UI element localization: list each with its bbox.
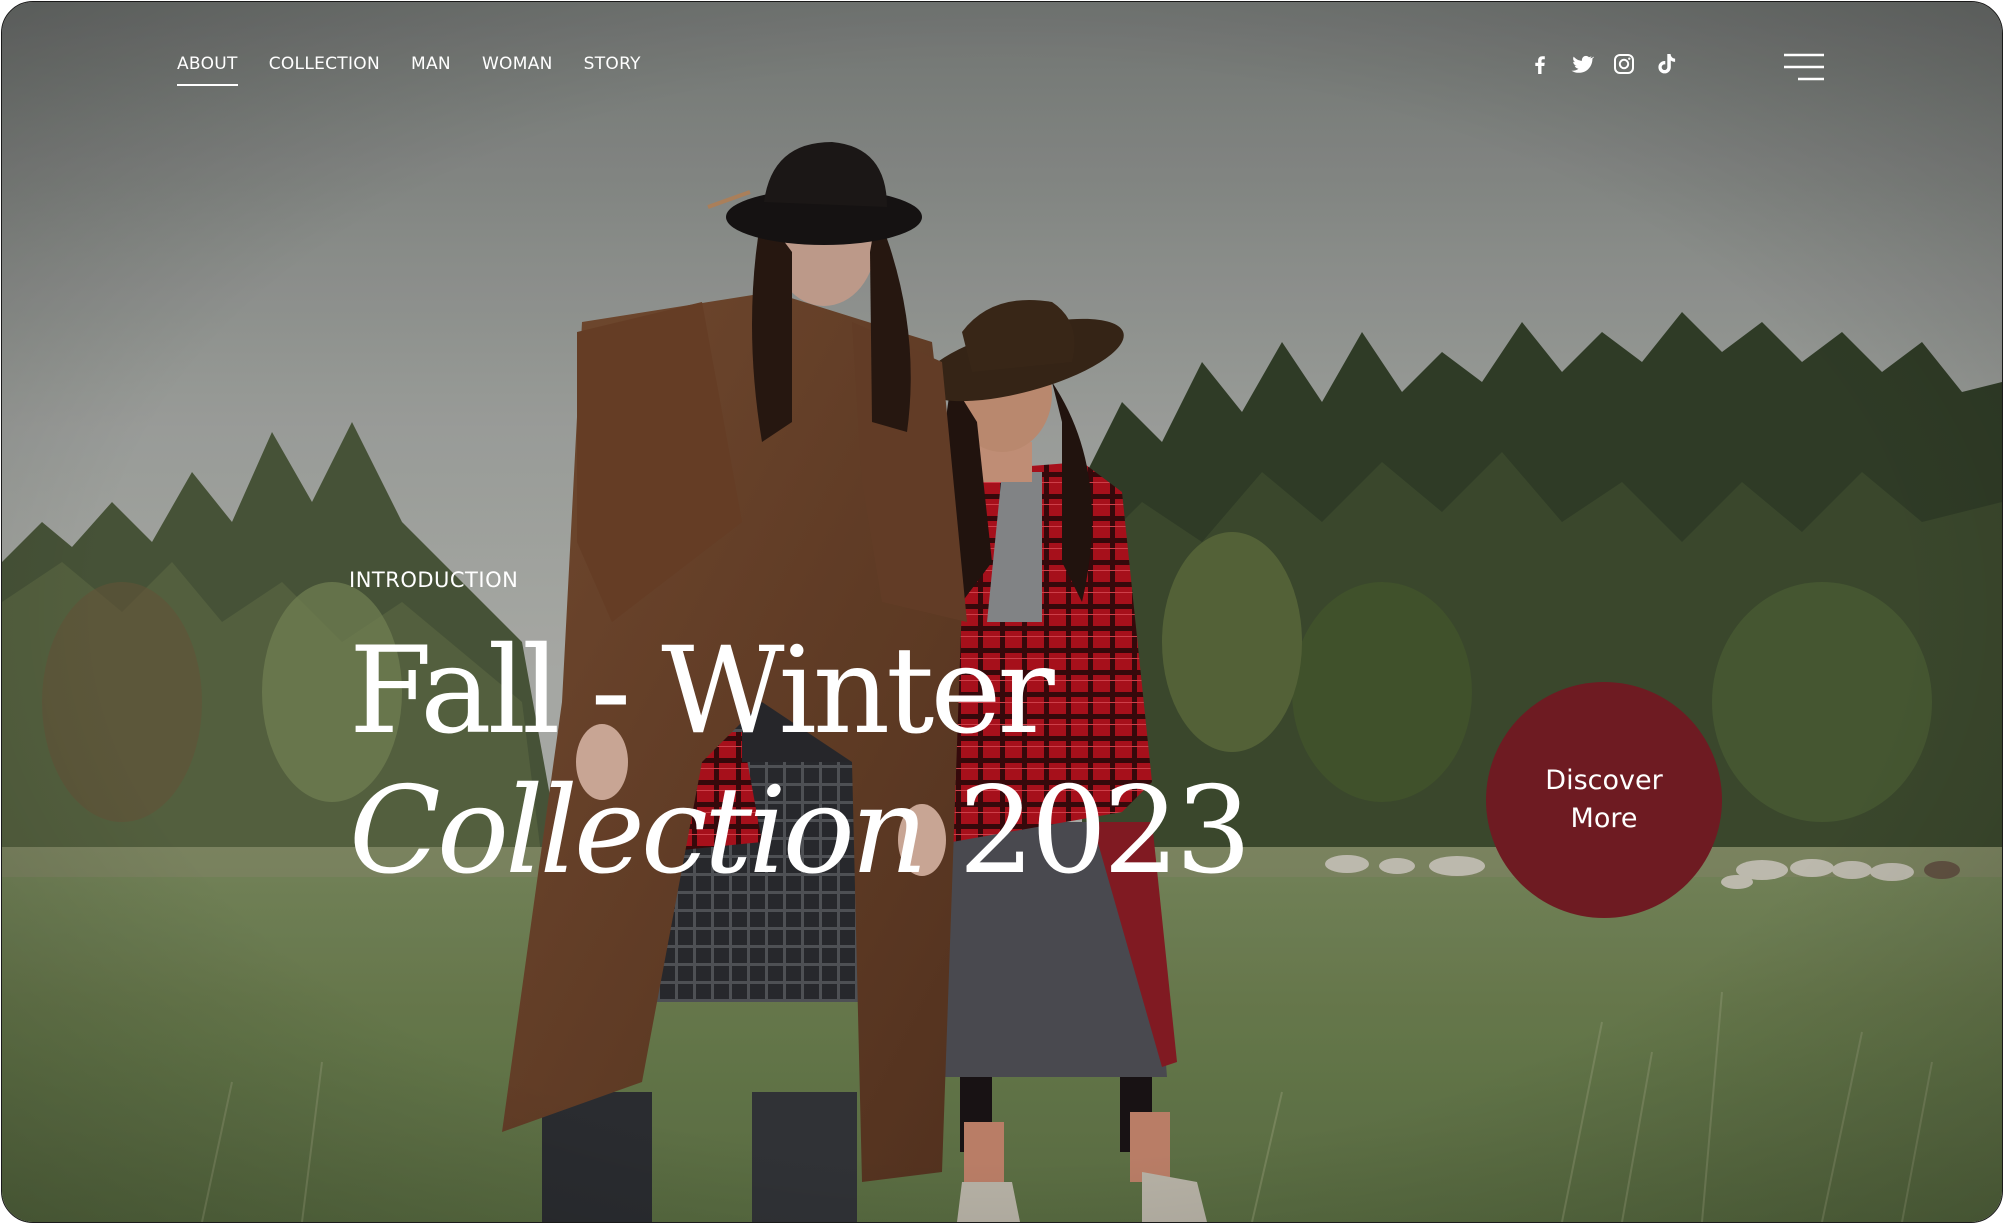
hero-title-line2: Collection 2023 — [349, 762, 1252, 902]
hamburger-menu-icon[interactable] — [1782, 52, 1826, 84]
hero-title-line1: Fall - Winter — [349, 622, 1055, 761]
hero-headline: Fall - Winter Collection 2023 — [349, 622, 1252, 902]
instagram-icon[interactable] — [1612, 52, 1636, 76]
nav-item-story[interactable]: STORY — [584, 54, 641, 86]
nav-item-collection[interactable]: COLLECTION — [269, 54, 380, 86]
hero-eyebrow: INTRODUCTION — [349, 568, 519, 592]
discover-more-button[interactable]: Discover More — [1486, 682, 1722, 918]
tiktok-icon[interactable] — [1654, 52, 1678, 76]
nav-item-man[interactable]: MAN — [411, 54, 451, 86]
twitter-icon[interactable] — [1570, 52, 1594, 76]
hero-title-year: 2023 — [958, 762, 1251, 901]
hero-title-collection: Collection — [349, 762, 928, 901]
nav-item-woman[interactable]: WOMAN — [482, 54, 553, 86]
nav-item-about[interactable]: ABOUT — [177, 54, 238, 86]
app-frame: ABOUT COLLECTION MAN WOMAN STORY INTRODU… — [1, 1, 2003, 1223]
hero-background-photo — [2, 2, 2002, 1222]
main-nav: ABOUT COLLECTION MAN WOMAN STORY — [177, 54, 641, 86]
facebook-icon[interactable] — [1528, 52, 1552, 76]
social-links — [1528, 52, 1678, 76]
